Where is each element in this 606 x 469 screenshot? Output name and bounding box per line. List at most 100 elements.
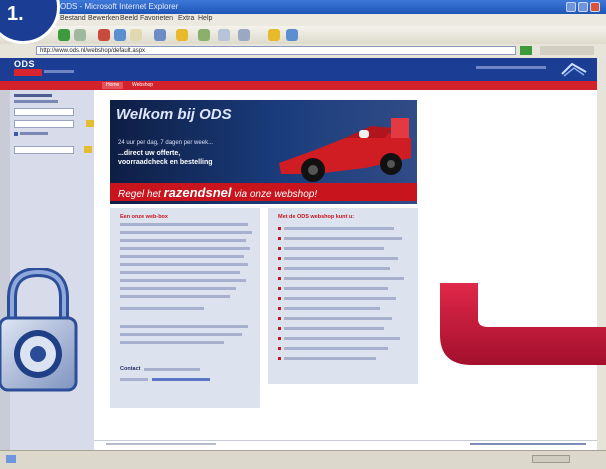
right-column-title: Met de ODS webshop kunt u: (278, 214, 355, 220)
padlock-icon (0, 268, 78, 392)
sidebar-link-register[interactable] (20, 132, 48, 135)
list-item (284, 307, 380, 310)
list-item (284, 327, 384, 330)
menu-bar: Bestand Bewerken Beeld Favorieten Extra … (0, 14, 606, 26)
login-button[interactable] (86, 120, 94, 127)
site-tabs (0, 81, 606, 90)
list-item (284, 277, 404, 280)
list-item (284, 297, 396, 300)
header-logo-icon (561, 62, 587, 77)
bullet-icon (278, 317, 281, 320)
bullet-icon (278, 257, 281, 260)
text-line (120, 295, 230, 298)
banner-pre: Regel het (118, 189, 161, 200)
text-line (120, 287, 236, 290)
list-item (284, 267, 390, 270)
window-title: ODS - Microsoft Internet Explorer (60, 2, 179, 11)
menu-item-file[interactable]: Bestand (60, 15, 86, 22)
list-item (284, 237, 402, 240)
username-input[interactable] (14, 108, 74, 116)
browser-toolbar (0, 26, 606, 45)
text-line (120, 333, 242, 336)
sidebar-search-input[interactable] (14, 146, 74, 154)
ie-status-icon (6, 455, 16, 463)
text-line (120, 231, 252, 234)
maximize-icon[interactable] (578, 2, 588, 12)
links-toolbar[interactable] (540, 46, 594, 55)
banner-highlight: razendsnel (163, 185, 232, 200)
tab-webshop[interactable]: Webshop (128, 82, 157, 89)
back-icon[interactable] (58, 29, 70, 41)
menu-item-view[interactable]: Beeld (120, 15, 138, 22)
list-item (284, 287, 388, 290)
sidebar-login-title (14, 94, 52, 97)
footer-links[interactable] (470, 443, 586, 445)
print-icon[interactable] (238, 29, 250, 41)
stop-icon[interactable] (98, 29, 110, 41)
bullet-icon (278, 237, 281, 240)
tab-home[interactable]: Home (102, 82, 124, 89)
page-scrollbar[interactable] (597, 58, 606, 450)
list-item (284, 347, 388, 350)
list-item (284, 357, 376, 360)
header-user-info (476, 66, 546, 69)
history-icon[interactable] (198, 29, 210, 41)
sidebar-search-button[interactable] (84, 146, 92, 153)
list-item (284, 247, 384, 250)
menu-item-favorites[interactable]: Favorieten (140, 15, 173, 22)
password-input[interactable] (14, 120, 74, 128)
bullet-icon (278, 307, 281, 310)
bullet-icon (278, 267, 281, 270)
folder-icon[interactable] (268, 29, 280, 41)
banner-text: Regel het razendsnel via onze webshop! (118, 185, 317, 200)
hero-line-offer: ...direct uw offerte, (118, 150, 181, 157)
home-icon[interactable] (130, 29, 142, 41)
bullet-icon (278, 297, 281, 300)
favorites-icon[interactable] (176, 29, 188, 41)
banner-post: via onze webshop! (234, 189, 318, 200)
status-bar (0, 450, 606, 469)
email-link[interactable] (152, 378, 210, 381)
list-item (284, 337, 400, 340)
text-line (120, 271, 240, 274)
go-button[interactable] (520, 46, 532, 55)
refresh-icon[interactable] (114, 29, 126, 41)
bullet-icon (278, 287, 281, 290)
forward-icon[interactable] (74, 29, 86, 41)
list-item (284, 317, 392, 320)
text-line (144, 368, 200, 371)
close-icon[interactable] (590, 2, 600, 12)
text-line (120, 378, 148, 381)
sidebar-login-subtitle (14, 100, 58, 103)
mail-icon[interactable] (218, 29, 230, 41)
list-item (284, 227, 394, 230)
hero-line-stock: voorraadcheck en bestelling (118, 159, 213, 166)
address-input[interactable]: http://www.ods.nl/webshop/default.aspx (36, 46, 516, 55)
site-logo[interactable]: ODS (14, 59, 35, 69)
hero-title: Welkom bij ODS (116, 106, 232, 123)
text-line (120, 341, 224, 344)
footer-copyright (106, 443, 216, 445)
minimize-icon[interactable] (566, 2, 576, 12)
menu-item-tools[interactable]: Extra (178, 15, 194, 22)
messenger-icon[interactable] (286, 29, 298, 41)
hero-cta-banner[interactable]: Regel het razendsnel via onze webshop! (110, 183, 417, 201)
text-line (120, 223, 248, 226)
text-line (120, 255, 244, 258)
text-line (120, 307, 204, 310)
left-column-title: Een onze web-box (120, 214, 168, 220)
bullet-icon (278, 247, 281, 250)
bullet-icon (278, 357, 281, 360)
text-line (120, 239, 246, 242)
contact-label: Contact (120, 366, 141, 372)
bullet-icon (278, 227, 281, 230)
text-line (120, 279, 246, 282)
bullet-icon (278, 347, 281, 350)
search-icon[interactable] (154, 29, 166, 41)
menu-item-help[interactable]: Help (198, 15, 212, 22)
race-car-image (279, 118, 411, 182)
step-number: 1. (7, 3, 24, 25)
list-item (284, 257, 398, 260)
menu-item-edit[interactable]: Bewerken (88, 15, 119, 22)
logo-subline (44, 70, 74, 73)
